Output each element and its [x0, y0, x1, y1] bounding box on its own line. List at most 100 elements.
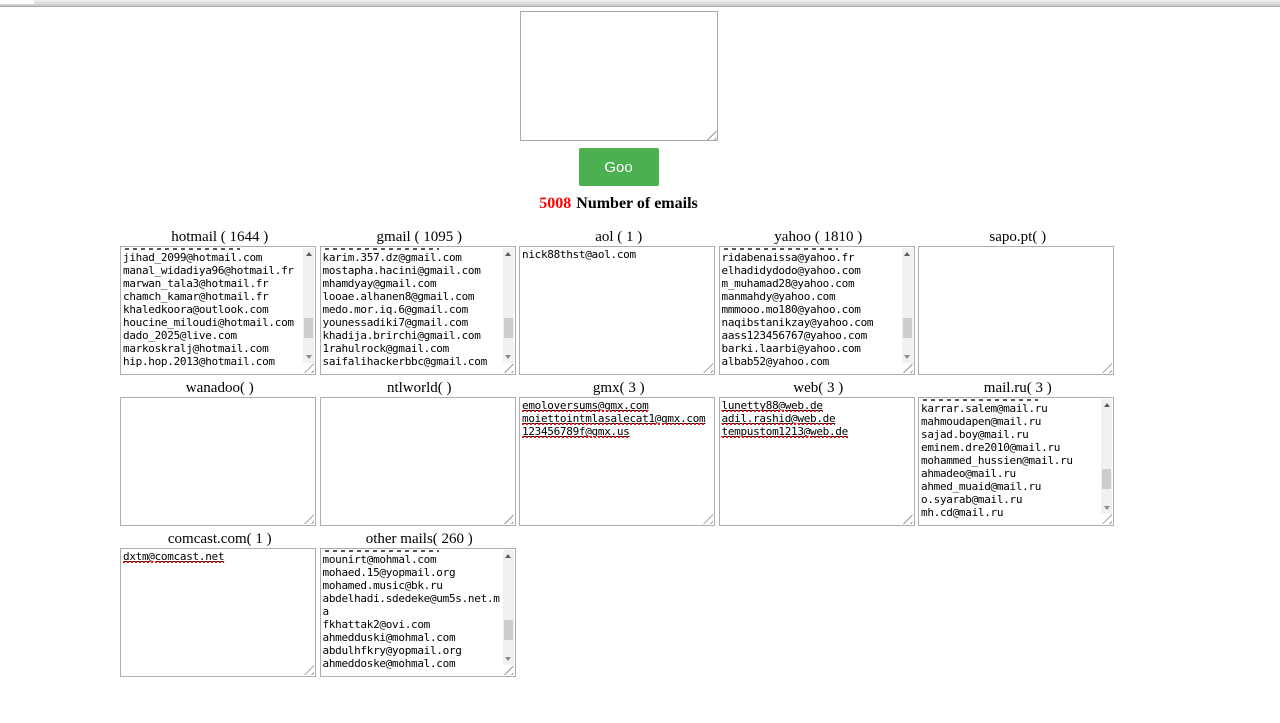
email-group: yahoo ( 1810 ) ridabenaissa@yahoo.fr elha… [718, 229, 919, 375]
email-entry: mhamdyay@gmail.com [322, 277, 437, 290]
email-list-box[interactable]: emoloversums@gmx.com moiettointmlasalecat… [519, 397, 715, 526]
email-group-title: gmx( 3 ) [592, 380, 645, 396]
email-list: dxtm@comcast.net [121, 549, 315, 563]
email-list: karrar.salem@mail.ru mahmoudapen@mail.ru s… [919, 398, 1113, 519]
email-entry: ahmadeo@mail.ru [921, 467, 1016, 480]
arrow-up-icon [305, 252, 312, 256]
arrow-up-icon [1103, 403, 1110, 407]
email-list-box[interactable] [120, 397, 316, 526]
email-group-title: sapo.pt( ) [989, 229, 1047, 245]
email-entry: ridabenaissa@yahoo.fr [721, 251, 855, 264]
email-entry: fkhattak2@ovi.com [322, 618, 431, 631]
scroll-down-button[interactable] [901, 351, 913, 363]
email-entry: naqibstanikzay@yahoo.com [721, 316, 874, 329]
scroll-up-button[interactable] [303, 248, 314, 260]
email-entry: chamch_kamar@hotmail.fr [123, 290, 269, 303]
email-entry: houcine_miloudi@hotmail.com [123, 316, 294, 329]
email-group: comcast.com( 1 ) dxtm@comcast.net [120, 531, 320, 677]
resize-grip[interactable] [503, 514, 514, 524]
email-entry: mohamed.music@bk.ru [322, 579, 443, 592]
clipped-scrolled-line [324, 248, 440, 250]
vertical-scrollbar[interactable] [1101, 399, 1112, 514]
email-list: ridabenaissa@yahoo.fr elhadidydodo@yahoo.… [720, 247, 914, 368]
email-list-box[interactable]: karim.357.dz@gmail.com mostapha.hacini@gm… [319, 246, 516, 375]
email-list [121, 398, 315, 399]
email-list: jihad_2099@hotmail.com manal_widadiya96@h… [121, 247, 315, 368]
email-list-box[interactable]: karrar.salem@mail.ru mahmoudapen@mail.ru s… [918, 397, 1114, 526]
email-entry: mmmooo.mo180@yahoo.com [721, 303, 861, 316]
email-groups-grid: hotmail ( 1644 ) jihad_2099@hotmail.com m… [120, 229, 1280, 677]
email-entry: dxtm@comcast.net [123, 550, 225, 563]
email-entry: markoskralj@hotmail.com [123, 342, 269, 355]
email-list: mounirt@mohmal.com mohaed.15@yopmail.org m… [321, 549, 515, 670]
email-entry: barki.laarbi@yahoo.com [721, 342, 861, 355]
goo-button[interactable]: Goo [578, 148, 659, 186]
scrollbar-thumb[interactable] [902, 318, 912, 339]
vertical-scrollbar[interactable] [502, 248, 514, 363]
scroll-up-button[interactable] [502, 550, 514, 562]
email-group-title: other mails( 260 ) [365, 531, 473, 547]
email-list [919, 247, 1113, 248]
scrollbar-thumb[interactable] [503, 620, 513, 641]
arrow-up-icon [505, 252, 511, 256]
scrollbar-thumb[interactable] [503, 318, 513, 339]
scroll-up-button[interactable] [502, 248, 514, 260]
email-input[interactable] [519, 11, 718, 141]
email-group: other mails( 260 ) mounirt@mohmal.com moh… [319, 531, 520, 677]
resize-grip[interactable] [304, 665, 314, 675]
clipped-scrolled-line [324, 550, 440, 552]
email-entry: manal_widadiya96@hotmail.fr [123, 264, 294, 277]
email-entry: khadija.brirchi@gmail.com [322, 329, 481, 342]
email-list-box[interactable]: jihad_2099@hotmail.com manal_widadiya96@h… [120, 246, 316, 375]
email-entry: elhadidydodo@yahoo.com [721, 264, 861, 277]
scroll-down-button[interactable] [1101, 502, 1112, 514]
email-list-box[interactable]: ridabenaissa@yahoo.fr elhadidydodo@yahoo.… [718, 246, 915, 375]
email-list-box[interactable]: nick88thst@aol.com [519, 246, 715, 375]
email-entry: tempustom1213@web.de [721, 425, 849, 438]
email-entry: ahmedduski@mohmal.com [322, 631, 456, 644]
vertical-scrollbar[interactable] [502, 550, 514, 665]
email-group: mail.ru( 3 ) karrar.salem@mail.ru mahmoud… [918, 380, 1118, 526]
scroll-up-button[interactable] [1101, 399, 1112, 411]
email-entry: sajad.boy@mail.ru [921, 428, 1029, 441]
email-entry: marwan_tala3@hotmail.fr [123, 277, 269, 290]
scroll-down-button[interactable] [303, 351, 314, 363]
email-list: lunetty88@web.de adil.rashid@web.de tempus… [720, 398, 914, 438]
email-list [321, 398, 515, 399]
email-count-label: Number of emails [576, 195, 698, 212]
email-group: aol ( 1 ) nick88thst@aol.com [519, 229, 719, 375]
email-group-title: wanadoo( ) [185, 380, 254, 396]
email-list: emoloversums@gmx.com moiettointmlasalecat… [520, 398, 714, 438]
email-list-box[interactable]: dxtm@comcast.net [120, 548, 316, 677]
email-entry: saifalihackerbbc@gmail.com [322, 355, 488, 368]
arrow-up-icon [505, 554, 511, 558]
resize-grip[interactable] [304, 514, 314, 524]
vertical-scrollbar[interactable] [303, 248, 314, 363]
email-entry: karrar.salem@mail.ru [921, 402, 1048, 415]
email-entry: m_muhamad28@yahoo.com [721, 277, 855, 290]
email-list-box[interactable] [319, 397, 516, 526]
email-list-box[interactable] [918, 246, 1114, 375]
resize-grip[interactable] [703, 363, 713, 373]
email-entry: adil.rashid@web.de [721, 412, 836, 425]
scrollbar-thumb[interactable] [304, 318, 313, 339]
email-count-line: 5008 Number of emails [0, 195, 1237, 213]
email-group-title: yahoo ( 1810 ) [774, 229, 863, 245]
scrollbar-thumb[interactable] [1102, 469, 1111, 490]
email-group-title: web( 3 ) [793, 380, 844, 396]
email-list-box[interactable]: mounirt@mohmal.com mohaed.15@yopmail.org m… [319, 548, 516, 677]
email-group: wanadoo( ) [120, 380, 320, 526]
email-list: nick88thst@aol.com [520, 247, 714, 261]
arrow-up-icon [904, 252, 910, 256]
email-list-box[interactable]: lunetty88@web.de adil.rashid@web.de tempus… [718, 397, 915, 526]
resize-grip[interactable] [902, 514, 913, 524]
scroll-up-button[interactable] [901, 248, 913, 260]
scroll-down-button[interactable] [502, 351, 514, 363]
resize-grip[interactable] [1102, 363, 1112, 373]
email-input-wrap [519, 11, 718, 141]
resize-grip[interactable] [703, 514, 713, 524]
vertical-scrollbar[interactable] [901, 248, 913, 363]
scroll-down-button[interactable] [502, 653, 514, 665]
arrow-down-icon [904, 355, 910, 359]
email-group-title: gmail ( 1095 ) [376, 229, 462, 245]
